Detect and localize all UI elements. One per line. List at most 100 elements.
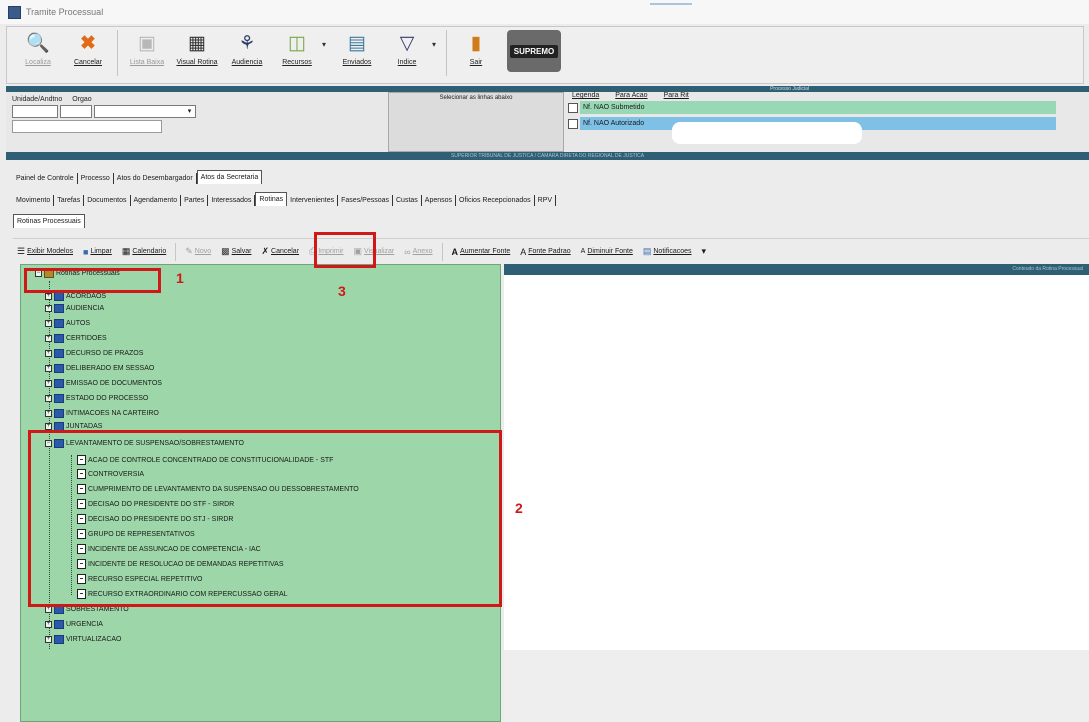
- expand-icon[interactable]: +: [45, 380, 52, 387]
- tree-folder-node[interactable]: + ACORDAOS: [45, 292, 106, 301]
- tree-folder-label: VIRTUALIZACAO: [66, 636, 122, 643]
- expand-icon[interactable]: +: [45, 606, 52, 613]
- font-bigger-icon: A: [451, 246, 459, 257]
- calendar-icon: ▦: [121, 246, 131, 256]
- diminuir-fonte-button[interactable]: A Diminuir Fonte: [577, 248, 637, 255]
- tree-folder-label: ESTADO DO PROCESSO: [66, 395, 149, 402]
- tab-rpv[interactable]: RPV: [535, 195, 557, 206]
- tab-fases-pessoas[interactable]: Fases/Pessoas: [338, 195, 393, 206]
- expand-icon[interactable]: +: [45, 320, 52, 327]
- tab-processo[interactable]: Processo: [78, 173, 114, 184]
- folder-icon: [54, 319, 64, 328]
- tab-custas[interactable]: Custas: [393, 195, 422, 206]
- tab-apensos[interactable]: Apensos: [422, 195, 457, 206]
- tab-painel-controle[interactable]: Painel de Controle: [13, 173, 78, 184]
- logo-text: SUPREMO: [509, 44, 559, 58]
- tab-documentos[interactable]: Documentos: [84, 195, 131, 206]
- tree-folder-node[interactable]: + DECURSO DE PRAZOS: [45, 349, 143, 358]
- legend-rit-header: Para Rit: [663, 92, 689, 99]
- tab-atos-desembargador[interactable]: Atos do Desembargador: [114, 173, 197, 184]
- annotation-box-3: [314, 232, 376, 268]
- expand-icon[interactable]: +: [45, 335, 52, 342]
- recursos-dropdown-arrow[interactable]: ▾: [322, 30, 332, 49]
- audiencia-button[interactable]: ⚘ Audiencia: [222, 30, 272, 67]
- action-separator: [441, 242, 443, 261]
- fonte-padrao-button[interactable]: A Fonte Padrao: [516, 247, 574, 257]
- folder-icon: [54, 379, 64, 388]
- indice-button[interactable]: ▽ Indice: [382, 30, 432, 67]
- tree-folder-node[interactable]: + VIRTUALIZACAO: [45, 635, 122, 644]
- tab-oficios[interactable]: Oficios Recepcionados: [456, 195, 535, 206]
- calendario-button[interactable]: ▦ Calendario: [118, 246, 170, 257]
- sair-button[interactable]: ▮ Sair: [451, 30, 501, 67]
- tree-folder-node[interactable]: + EMISSAO DE DOCUMENTOS: [45, 379, 162, 388]
- tree-folder-label: CERTIDOES: [66, 335, 107, 342]
- court-band: SUPERIOR TRIBUNAL DE JUSTICA / CAMARA DI…: [6, 152, 1089, 160]
- people-icon: ⚘: [238, 32, 256, 54]
- routine-editor[interactable]: Conteudo da Rotina Processual: [504, 264, 1089, 650]
- selection-box: Selecionar as linhas abaixo: [388, 92, 564, 152]
- tab-agendamento[interactable]: Agendamento: [131, 195, 182, 206]
- folder-icon: [54, 304, 64, 313]
- aumentar-fonte-button[interactable]: A Aumentar Fonte: [448, 247, 515, 257]
- visual-rotina-button[interactable]: ▦ Visual Rotina: [172, 30, 222, 67]
- expand-icon[interactable]: +: [45, 621, 52, 628]
- lista-baixa-button[interactable]: ▣ Lista Baixa: [122, 30, 172, 67]
- indice-dropdown-arrow[interactable]: ▾: [432, 30, 442, 49]
- expand-icon[interactable]: +: [45, 350, 52, 357]
- tree-folder-node[interactable]: + AUTOS: [45, 319, 90, 328]
- redacted-area: [672, 122, 862, 144]
- anexo-button[interactable]: ∞ Anexo: [400, 247, 436, 257]
- selection-header: Selecionar as linhas abaixo: [439, 95, 513, 101]
- expand-icon[interactable]: +: [45, 423, 52, 430]
- tree-folder-node[interactable]: + ESTADO DO PROCESSO: [45, 394, 148, 403]
- tree-folder-node[interactable]: + DELIBERADO EM SESSAO: [45, 364, 154, 373]
- tree-folder-node[interactable]: + CERTIDOES: [45, 334, 107, 343]
- tab-partes[interactable]: Partes: [181, 195, 209, 206]
- red-x-icon: ✖: [80, 32, 96, 54]
- enviados-button[interactable]: ▤ Enviados: [332, 30, 382, 67]
- annotation-number-2: 2: [515, 500, 523, 516]
- localiza-button[interactable]: 🔍 Localiza: [13, 30, 63, 66]
- salvar-button[interactable]: ▩ Salvar: [217, 246, 255, 257]
- expand-icon[interactable]: +: [45, 636, 52, 643]
- expand-icon[interactable]: +: [45, 395, 52, 402]
- tree-folder-node[interactable]: + INTIMACOES NA CARTEIRO: [45, 409, 159, 418]
- tab-tarefas[interactable]: Tarefas: [54, 195, 85, 206]
- legend-row: Nf. NAO Submetido: [566, 100, 1089, 115]
- tab-atos-secretaria[interactable]: Atos da Secretaria: [196, 170, 263, 184]
- tree-folder-label: SOBRESTAMENTO: [66, 606, 129, 613]
- tab-movimento[interactable]: Movimento: [13, 195, 55, 206]
- action-separator: [175, 242, 177, 261]
- tab-row-secondary: Movimento Tarefas Documentos Agendamento…: [13, 190, 557, 206]
- folder-icon: [54, 409, 64, 418]
- magnifier-doc-icon: 🔍: [26, 33, 50, 54]
- tab-interessados[interactable]: Interessados: [208, 195, 256, 206]
- tab-rotinas-processuais[interactable]: Rotinas Processuais: [13, 214, 85, 228]
- novo-button[interactable]: ✎ Novo: [181, 246, 215, 257]
- tab-row-main: Painel de Controle Processo Atos do Dese…: [13, 168, 263, 184]
- notificacoes-button[interactable]: ▤ Notificacoes: [639, 246, 696, 257]
- recursos-button[interactable]: ◫ Recursos: [272, 30, 322, 67]
- tab-intervenientes[interactable]: Intervenientes: [287, 195, 339, 206]
- more-dropdown[interactable]: ▾: [698, 246, 711, 257]
- expand-icon[interactable]: +: [45, 293, 52, 300]
- unit-code-input[interactable]: [12, 105, 58, 118]
- tree-folder-node[interactable]: + URGENCIA: [45, 620, 103, 629]
- expand-icon[interactable]: +: [45, 365, 52, 372]
- legend-checkbox[interactable]: [568, 118, 578, 129]
- tree-folder-node[interactable]: + AUDIENCIA: [45, 304, 104, 313]
- exibir-modelos-button[interactable]: ☰ Exibir Modelos: [13, 246, 77, 257]
- limpar-button[interactable]: ■ Limpar: [79, 247, 116, 257]
- cancelar-button[interactable]: ✖ Cancelar: [63, 30, 113, 67]
- legend-checkbox[interactable]: [568, 102, 578, 113]
- organ-select[interactable]: ▾: [94, 105, 196, 118]
- expand-icon[interactable]: +: [45, 410, 52, 417]
- unit-number-input[interactable]: [60, 105, 92, 118]
- cancelar-action-button[interactable]: ✗ Cancelar: [257, 246, 303, 257]
- expand-icon[interactable]: +: [45, 305, 52, 312]
- unit-description-field[interactable]: [12, 120, 162, 133]
- folder-icon: [54, 334, 64, 343]
- editor-header: Conteudo da Rotina Processual: [504, 264, 1089, 275]
- tab-rotinas[interactable]: Rotinas: [255, 192, 288, 206]
